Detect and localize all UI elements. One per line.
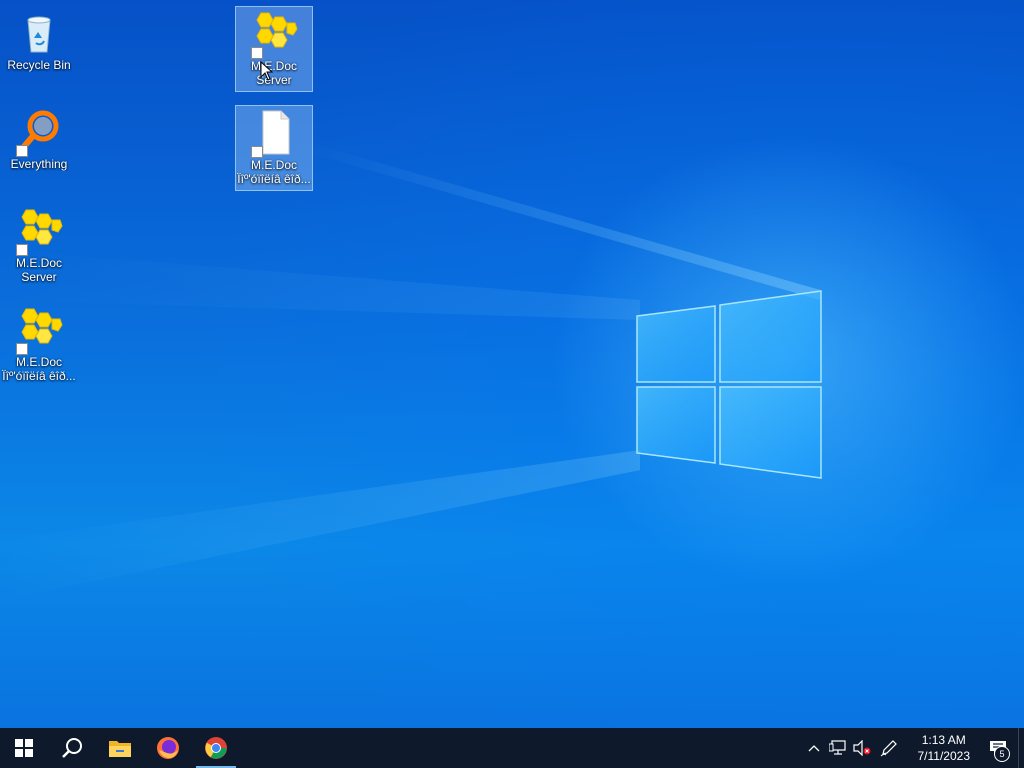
pen-tray-button[interactable] (874, 728, 904, 768)
icon-label: M.E.Doc Ïîº'óïîëíâ êîð... (2, 355, 76, 383)
shortcut-arrow-icon (16, 244, 28, 256)
show-desktop-button[interactable] (1018, 728, 1024, 768)
desktop: Recycle Bin Everything M.E.Doc Server M.… (0, 0, 1024, 728)
chevron-up-icon (808, 745, 819, 752)
network-icon (828, 740, 846, 755)
desktop-icon-recycle-bin[interactable]: Recycle Bin (0, 6, 78, 92)
clock-time: 1:13 AM (921, 733, 966, 747)
icon-label: Recycle Bin (7, 58, 71, 72)
search-icon (62, 738, 82, 758)
recycle-bin-icon (27, 16, 51, 53)
clock[interactable]: 1:13 AM 7/11/2023 (910, 732, 979, 764)
network-tray-button[interactable] (826, 728, 850, 768)
icon-label: Everything (10, 157, 68, 171)
pen-icon (880, 740, 897, 757)
volume-tray-button[interactable] (850, 728, 874, 768)
chrome-icon (205, 737, 227, 759)
search-button[interactable] (48, 728, 96, 768)
file-explorer-icon (109, 741, 131, 757)
show-hidden-icons-button[interactable] (802, 728, 826, 768)
desktop-icon-everything[interactable]: Everything (0, 105, 78, 191)
desktop-icon-medoc-client[interactable]: M.E.Doc Ïîº'óïîëíâ êîð... (0, 303, 78, 389)
desktop-icon-medoc-server[interactable]: M.E.Doc Server (0, 204, 78, 290)
windows-logo-wallpaper (636, 290, 822, 479)
icon-label: M.E.Doc Server (250, 59, 297, 87)
clock-date: 7/11/2023 (917, 749, 971, 763)
shortcut-arrow-icon (16, 145, 28, 157)
action-center-button[interactable]: 5 (978, 728, 1018, 768)
desktop-icon-medoc-server-selected[interactable]: M.E.Doc Server (235, 6, 313, 92)
shortcut-arrow-icon (16, 343, 28, 355)
icon-label: M.E.Doc Ïîº'óïîëíâ êîð... (237, 158, 311, 186)
shortcut-arrow-icon (251, 146, 263, 158)
shortcut-arrow-icon (251, 47, 263, 59)
taskbar-chrome[interactable] (192, 728, 240, 768)
start-button[interactable] (0, 728, 48, 768)
desktop-icon-medoc-file-selected[interactable]: M.E.Doc Ïîº'óïîëíâ êîð... (235, 105, 313, 191)
mouse-pointer-icon (260, 61, 274, 81)
taskbar-file-explorer[interactable] (96, 728, 144, 768)
wallpaper-light-beams (0, 140, 820, 600)
notification-count-badge: 5 (994, 746, 1010, 762)
taskbar: 1:13 AM 7/11/2023 5 (0, 728, 1024, 768)
icon-label: M.E.Doc Server (15, 256, 62, 284)
start-icon (15, 739, 33, 757)
volume-muted-icon (852, 740, 870, 756)
system-tray: 1:13 AM 7/11/2023 5 (802, 728, 1024, 768)
firefox-icon (157, 737, 179, 759)
taskbar-firefox[interactable] (144, 728, 192, 768)
